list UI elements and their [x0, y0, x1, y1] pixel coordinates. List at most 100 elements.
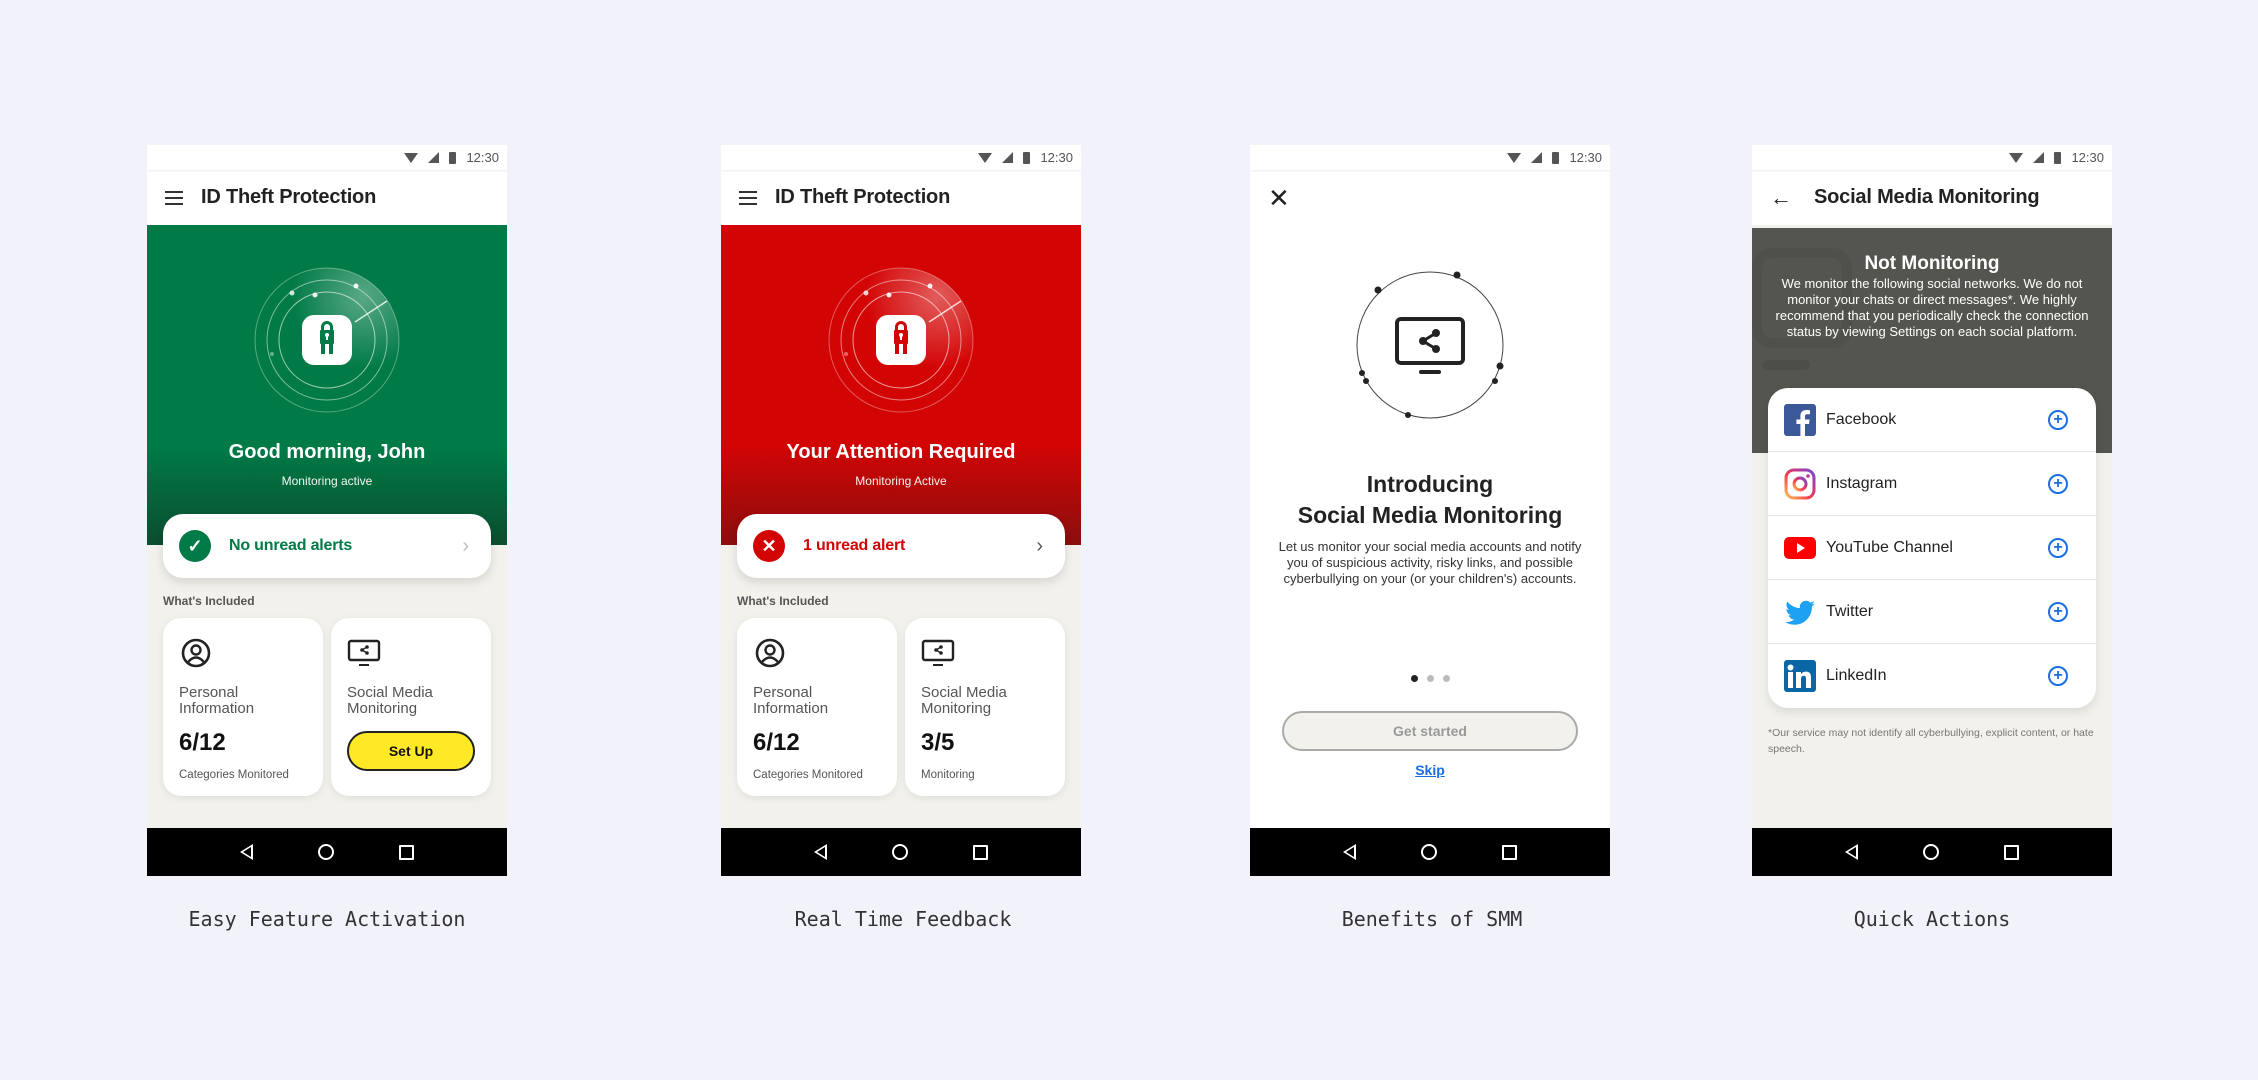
battery-icon [1552, 151, 1560, 164]
facebook-icon [1784, 403, 1816, 436]
network-item-instagram[interactable]: Instagram + [1768, 452, 2096, 516]
wifi-icon [978, 152, 993, 163]
battery-icon [2054, 151, 2062, 164]
android-nav-bar [1250, 828, 1610, 876]
status-time: 12:30 [1569, 150, 1602, 165]
radar-shield-icon [254, 267, 400, 413]
wifi-icon [1507, 152, 1522, 163]
page-dot-active[interactable] [1410, 675, 1418, 682]
monitor-share-icon [921, 639, 955, 666]
alerts-text: No unread alerts [229, 537, 353, 554]
back-nav-icon[interactable] [239, 844, 253, 860]
add-circle-icon[interactable]: + [2048, 601, 2068, 622]
status-bar: 12:30 [1250, 145, 1610, 170]
home-nav-icon[interactable] [317, 844, 334, 860]
feature-caption: Categories Monitored [753, 769, 863, 781]
intro-title-line2: Social Media Monitoring [1297, 502, 1563, 528]
disclaimer-text: *Our service may not identify all cyberb… [1768, 727, 2094, 755]
back-arrow-icon[interactable]: ← [1770, 186, 1792, 209]
monitor-share-icon [347, 639, 381, 666]
phone-screen-benefits-of-smm: 12:30 ✕ Introducing Social Media Monitor… [1250, 145, 1610, 876]
alerts-text: 1 unread alert [803, 537, 906, 554]
feature-card-personal-information[interactable]: Personal Information 6/12 Categories Mon… [163, 618, 323, 796]
hero-subtitle: Monitoring active [281, 474, 373, 488]
hero-title: Your Attention Required [786, 441, 1016, 463]
monitoring-status-title: Not Monitoring [1864, 253, 2000, 274]
get-started-button[interactable]: Get started [1282, 711, 1578, 751]
app-bar: ID Theft Protection [721, 170, 1081, 225]
feature-name: Personal Information [179, 684, 255, 717]
back-nav-icon[interactable] [1342, 844, 1356, 860]
skip-link[interactable]: Skip [1250, 762, 1610, 778]
page-dot[interactable] [1426, 675, 1434, 682]
error-x-icon: ✕ [753, 530, 785, 562]
wifi-icon [404, 152, 419, 163]
home-nav-icon[interactable] [1922, 844, 1939, 860]
home-nav-icon[interactable] [891, 844, 908, 860]
status-hero: Your Attention Required Monitoring Activ… [721, 225, 1081, 545]
menu-icon[interactable] [165, 190, 183, 205]
page-indicator [1250, 675, 1610, 682]
android-nav-bar [721, 828, 1081, 876]
intro-body: Let us monitor your social media account… [1278, 539, 1582, 586]
alerts-card[interactable]: ✕ 1 unread alert › [737, 514, 1065, 578]
network-item-facebook[interactable]: Facebook + [1768, 388, 2096, 452]
feature-value: 3/5 [921, 729, 955, 756]
back-nav-icon[interactable] [813, 844, 827, 860]
status-time: 12:30 [466, 150, 499, 165]
feature-card-social-media-monitoring[interactable]: Social Media Monitoring 3/5 Monitoring [905, 618, 1065, 796]
recents-nav-icon[interactable] [973, 844, 989, 860]
wifi-icon [2009, 152, 2024, 163]
back-nav-icon[interactable] [1844, 844, 1858, 860]
network-item-youtube[interactable]: YouTube Channel + [1768, 516, 2096, 580]
feature-value: 6/12 [179, 729, 226, 756]
recents-nav-icon[interactable] [1502, 844, 1518, 860]
chevron-right-icon: › [1036, 534, 1043, 557]
alerts-card[interactable]: ✓ No unread alerts › [163, 514, 491, 578]
home-nav-icon[interactable] [1420, 844, 1437, 860]
recents-nav-icon[interactable] [2004, 844, 2020, 860]
add-circle-icon[interactable]: + [2048, 666, 2068, 686]
add-circle-icon[interactable]: + [2048, 409, 2068, 430]
feature-name: Social Media Monitoring [921, 684, 1007, 717]
setup-button[interactable]: Set Up [347, 731, 475, 771]
menu-icon[interactable] [739, 190, 757, 205]
feature-caption: Monitoring [921, 769, 975, 781]
signal-icon [2033, 152, 2045, 163]
radar-shield-icon [828, 267, 974, 413]
signal-icon [1002, 152, 1014, 163]
feature-caption: Categories Monitored [179, 769, 289, 781]
app-title: Social Media Monitoring [1814, 186, 2040, 208]
app-bar: ID Theft Protection [147, 170, 507, 225]
status-bar: 12:30 [1752, 145, 2112, 170]
intro-title-line1: Introducing [1366, 471, 1494, 497]
youtube-icon [1784, 532, 1816, 564]
app-title: ID Theft Protection [775, 186, 951, 208]
page-dot[interactable] [1442, 675, 1450, 682]
status-time: 12:30 [2071, 150, 2104, 165]
add-circle-icon[interactable]: + [2048, 473, 2068, 494]
add-circle-icon[interactable]: + [2048, 537, 2068, 558]
person-circle-icon [181, 638, 211, 668]
feature-card-personal-information[interactable]: Personal Information 6/12 Categories Mon… [737, 618, 897, 796]
network-item-linkedin[interactable]: LinkedIn + [1768, 644, 2096, 708]
monitoring-status-body: We monitor the following social networks… [1775, 276, 2089, 339]
close-icon[interactable]: ✕ [1268, 185, 1290, 211]
social-monitor-illustration-icon [1356, 271, 1504, 419]
phone-screen-quick-actions: 12:30 ← Social Media Monitoring Not Moni… [1752, 145, 2112, 876]
feature-name: Social Media Monitoring [347, 684, 433, 717]
app-title: ID Theft Protection [201, 186, 377, 208]
network-name: Facebook [1826, 410, 1897, 428]
feature-value: 6/12 [753, 729, 800, 756]
status-time: 12:30 [1040, 150, 1073, 165]
screen-caption: Easy Feature Activation [188, 907, 466, 931]
recents-nav-icon[interactable] [399, 844, 415, 860]
network-name: Twitter [1826, 602, 1874, 620]
network-item-twitter[interactable]: Twitter + [1768, 580, 2096, 644]
instagram-icon [1784, 468, 1816, 500]
feature-card-social-media-monitoring[interactable]: Social Media Monitoring Set Up [331, 618, 491, 796]
screen-caption: Quick Actions [1853, 907, 2011, 931]
status-bar: 12:30 [721, 145, 1081, 170]
person-circle-icon [755, 638, 785, 668]
screen-caption: Real Time Feedback [794, 907, 1012, 931]
